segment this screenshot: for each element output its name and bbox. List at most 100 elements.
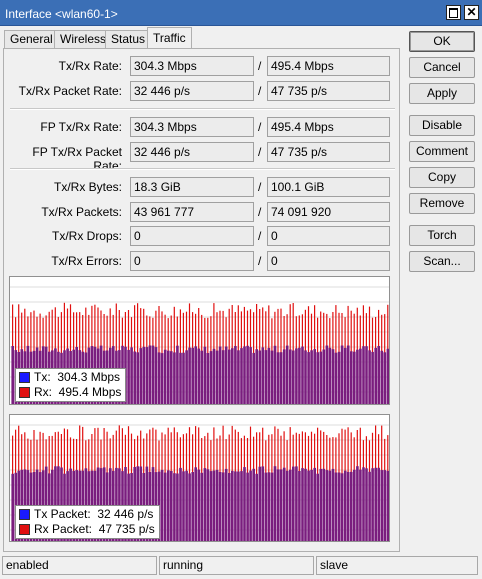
tx-bar	[273, 466, 277, 541]
tx-color-swatch	[19, 372, 30, 383]
tx-bar	[276, 469, 280, 541]
tx-bar	[337, 472, 341, 541]
tx-bar	[167, 470, 170, 541]
tx-bar	[282, 467, 286, 541]
tx-bar	[322, 468, 326, 541]
tx-bar	[371, 468, 374, 541]
tx-bar	[374, 347, 377, 404]
tx-rate-field: 304.3 Mbps	[130, 56, 254, 76]
tx-bar	[249, 347, 252, 404]
tx-packet-legend-label: Tx Packet:	[34, 507, 91, 521]
tx-bar	[203, 468, 207, 541]
tx-bar	[240, 348, 243, 404]
tx-bar	[163, 472, 167, 541]
separator-slash: /	[258, 120, 262, 134]
tx-bar	[246, 472, 249, 541]
tx-rx-packets-label: Tx/Rx Packets:	[41, 205, 122, 219]
divider	[10, 168, 395, 170]
tx-bar	[273, 345, 277, 404]
separator-slash: /	[258, 229, 262, 243]
tx-bar	[298, 471, 301, 541]
fp-rx-packet-rate-field: 47 735 p/s	[267, 142, 390, 162]
rx-color-swatch	[19, 387, 30, 398]
tx-bar	[170, 351, 173, 404]
tx-bar	[160, 353, 164, 404]
rx-legend-label: Rx:	[34, 385, 52, 399]
scan-button[interactable]: Scan...	[409, 251, 475, 272]
tx-bar	[313, 349, 316, 404]
tx-bar	[292, 350, 295, 404]
tx-legend-label: Tx:	[34, 370, 51, 384]
torch-button[interactable]: Torch	[409, 225, 475, 246]
rx-bytes-field: 100.1 GiB	[267, 177, 390, 197]
tx-bar	[310, 350, 313, 404]
rx-drops-field: 0	[267, 226, 390, 246]
tx-bar	[380, 470, 384, 541]
tx-bar	[200, 350, 204, 404]
tx-packet-rate-field: 32 446 p/s	[130, 81, 254, 101]
comment-button[interactable]: Comment	[409, 141, 475, 162]
fp-tx-packet-rate-field: 32 446 p/s	[130, 142, 254, 162]
rx-legend-row: Rx: 495.4 Mbps	[19, 385, 121, 400]
tx-bar	[279, 352, 283, 404]
copy-button[interactable]: Copy	[409, 167, 475, 188]
separator-slash: /	[258, 254, 262, 268]
tx-bar	[179, 467, 182, 541]
tab-general[interactable]: General	[4, 30, 59, 48]
tx-bar	[194, 467, 197, 541]
remove-button[interactable]: Remove	[409, 193, 475, 214]
disable-button[interactable]: Disable	[409, 115, 475, 136]
tx-rx-bytes-label: Tx/Rx Bytes:	[53, 180, 122, 194]
tx-bar	[362, 467, 365, 541]
tx-bar	[261, 347, 265, 404]
separator-slash: /	[258, 59, 262, 73]
tx-bar	[212, 470, 216, 541]
tx-bar	[310, 469, 313, 541]
tx-bar	[252, 352, 255, 404]
tx-bar	[231, 348, 234, 404]
tx-bar	[282, 349, 286, 404]
apply-button[interactable]: Apply	[409, 83, 475, 104]
tx-bar	[334, 472, 338, 541]
tx-rx-errors-label: Tx/Rx Errors:	[51, 254, 122, 268]
tx-bar	[261, 466, 265, 541]
tx-bar	[200, 472, 204, 541]
tx-bar	[133, 351, 136, 404]
tx-bar	[224, 346, 228, 404]
tab-status[interactable]: Status	[105, 30, 152, 48]
tx-bar	[365, 346, 368, 404]
tx-bar	[151, 345, 155, 404]
rx-legend-value: 495.4 Mbps	[58, 385, 122, 399]
tx-bar	[228, 473, 231, 541]
ok-button[interactable]: OK	[409, 31, 475, 52]
tab-wireless[interactable]: Wireless	[54, 30, 113, 48]
close-button[interactable]: ✕	[464, 5, 479, 20]
tx-bar	[316, 473, 319, 541]
tx-bar	[258, 350, 262, 404]
tx-bar	[185, 350, 188, 404]
tx-bar	[340, 473, 344, 541]
tx-bar	[371, 351, 374, 404]
traffic-graph-legend: Tx: 304.3 Mbps Rx: 495.4 Mbps	[15, 368, 127, 402]
tx-bar	[383, 470, 387, 541]
title-bar: Interface <wlan60-1> ✕	[0, 0, 482, 26]
tx-bar	[368, 350, 371, 404]
tx-bar	[267, 347, 271, 404]
tx-color-swatch	[19, 509, 30, 520]
tx-bar	[163, 349, 167, 404]
maximize-button[interactable]	[446, 5, 461, 20]
tx-bar	[353, 351, 356, 404]
tx-bar	[313, 467, 316, 541]
tx-bar	[176, 345, 179, 404]
tx-bar	[194, 346, 197, 404]
tx-bar	[209, 351, 213, 404]
status-running: running	[159, 556, 314, 575]
cancel-button[interactable]: Cancel	[409, 57, 475, 78]
tx-bar	[386, 470, 389, 541]
tx-bar	[170, 471, 173, 541]
tab-traffic[interactable]: Traffic	[147, 27, 192, 48]
tx-bar	[221, 472, 225, 541]
separator-slash: /	[258, 180, 262, 194]
tx-bar	[319, 468, 323, 541]
tx-bar	[243, 346, 246, 404]
